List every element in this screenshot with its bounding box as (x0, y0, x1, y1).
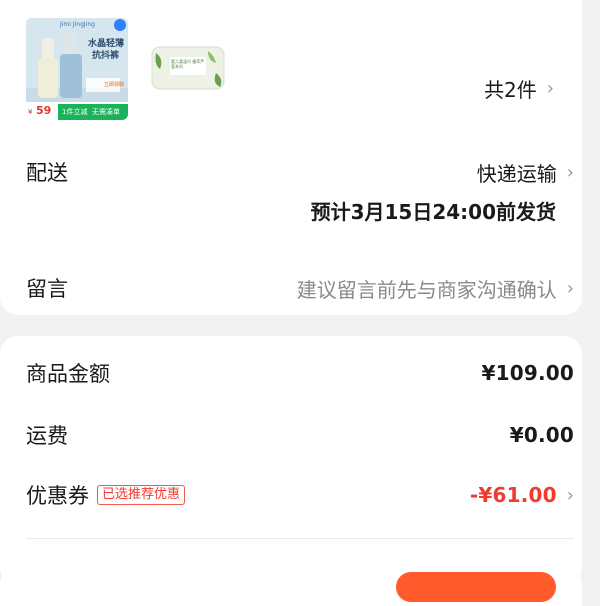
thumb-promo-2: 无需凑单 (92, 108, 120, 116)
item-count-label: 共2件 (484, 78, 537, 102)
thumb-corner-tag: 立即领取 (104, 82, 125, 88)
shipping-fee-value: ¥0.00 (509, 423, 574, 447)
goods-amount-row: 商品金额 ¥109.00 (26, 358, 574, 388)
shipping-eta: 预计3月15日24:00前发货 (310, 200, 556, 224)
thumb-title-2: 抗抖裤 (92, 51, 120, 61)
message-row[interactable]: 留言 建议留言前先与商家沟通确认 › (26, 273, 574, 303)
shipping-fee-label: 运费 (26, 424, 68, 448)
message-input[interactable]: 建议留言前先与商家沟通确认 (297, 274, 557, 303)
product-thumbnail-pants[interactable]: Jimi JingJing 水晶轻薄 抗抖裤 立即领取 ¥ 59 1件立减 无需… (26, 18, 128, 120)
product-list[interactable]: Jimi JingJing 水晶轻薄 抗抖裤 立即领取 ¥ 59 1件立减 无需… (26, 18, 566, 122)
coupon-label: 优惠券 (26, 484, 89, 508)
divider (26, 538, 574, 539)
coupon-value: -¥61.00 (469, 483, 557, 507)
goods-amount-label: 商品金额 (26, 362, 110, 386)
shipping-row[interactable]: 配送 快递运输 › (26, 157, 574, 187)
wipes-title: 婴儿柔湿巾 植萃芦荟系列 (171, 59, 205, 69)
thumb-promo: 1件立减 (62, 108, 88, 116)
thumb-price-symbol: ¥ (28, 108, 33, 116)
shipping-label: 配送 (26, 161, 68, 185)
shipping-method: 快递运输 (476, 161, 557, 186)
submit-order-button[interactable] (396, 572, 556, 602)
thumb-brand: Jimi JingJing (60, 21, 95, 28)
item-count[interactable]: 共2件 › (484, 74, 554, 103)
coupon-tag: 已选推荐优惠 (97, 485, 186, 505)
coupon-row[interactable]: 优惠券 已选推荐优惠 -¥61.00 › (26, 480, 574, 510)
goods-amount-value: ¥109.00 (481, 361, 574, 385)
product-thumbnail-wipes[interactable]: 婴儿柔湿巾 植萃芦荟系列 (150, 43, 226, 93)
message-label: 留言 (26, 277, 68, 301)
chevron-right-icon: › (566, 484, 574, 506)
shipping-fee-row: 运费 ¥0.00 (26, 420, 574, 450)
chevron-right-icon: › (566, 161, 574, 183)
chevron-right-icon: › (546, 78, 554, 99)
chevron-right-icon: › (566, 277, 574, 299)
thumb-price: 59 (36, 104, 52, 117)
